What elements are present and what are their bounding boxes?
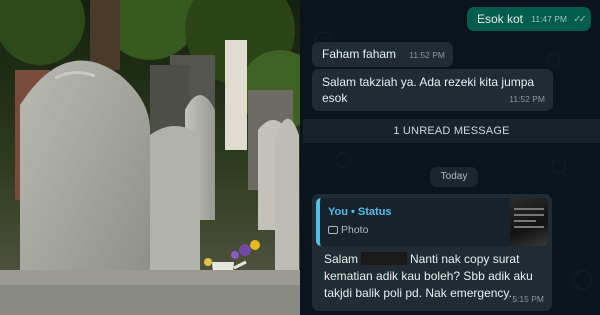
date-separator: Today (430, 167, 478, 187)
gravestones-image (0, 0, 300, 315)
status-thumbnail (510, 198, 548, 246)
unread-messages-banner: 1 UNREAD MESSAGE (303, 119, 600, 143)
message-time: 11:52 PM (509, 94, 545, 104)
double-check-read-icon: ✓✓ (573, 14, 587, 25)
message-text: Esok kot (477, 12, 524, 26)
camera-icon (328, 226, 338, 234)
chat-panel: Esok kot 11:47 PM ✓✓ Faham faham 11:52 P… (303, 0, 600, 315)
message-text-line-2: esok (322, 91, 348, 105)
message-time: 5:15 PM (512, 294, 544, 304)
message-time: 11:47 PM (531, 14, 567, 24)
message-text-line-2: kematian adik kau boleh? Sbb adik aku (324, 269, 533, 283)
quoted-sender: You • Status (328, 206, 392, 218)
incoming-status-reply-message[interactable]: You • Status Photo Salam Nanti nak copy s… (312, 194, 552, 311)
message-text-line-1: Salam Nanti nak copy surat (324, 251, 519, 267)
message-text-line-3: takjdi balik poli pd. Nak emergency. (324, 286, 512, 300)
message-greeting: Salam (324, 252, 359, 266)
message-text-line-1: Salam takziah ya. Ada rezeki kita jumpa (322, 75, 535, 89)
redacted-name (361, 252, 408, 265)
outgoing-message[interactable]: Esok kot 11:47 PM ✓✓ (467, 7, 591, 31)
message-time: 11:52 PM (409, 50, 445, 60)
quoted-type: Photo (328, 222, 368, 238)
cemetery-photo (0, 0, 300, 315)
message-text-continued: Nanti nak copy surat (410, 252, 520, 266)
quoted-status[interactable]: You • Status Photo (316, 198, 548, 246)
message-text: Faham faham (322, 47, 397, 61)
incoming-message[interactable]: Salam takziah ya. Ada rezeki kita jumpa … (312, 69, 553, 111)
incoming-message[interactable]: Faham faham 11:52 PM (312, 42, 453, 67)
quoted-type-label: Photo (341, 224, 369, 236)
